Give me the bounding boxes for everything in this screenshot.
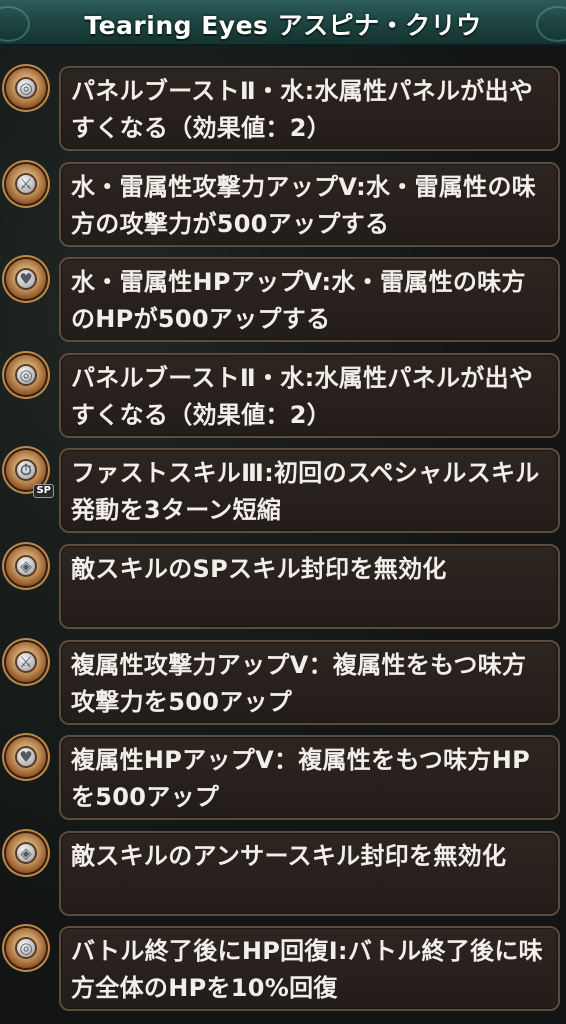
attack-up-icon: ⚔: [6, 641, 46, 682]
ability-description: 水・雷属性攻撃力アップV:水・雷属性の味方の攻撃力が500アップする: [59, 161, 560, 247]
ability-description: 水・雷属性HPアップV:水・雷属性の味方のHPが500アップする: [59, 257, 560, 343]
hp-up-icon: ♥: [6, 259, 46, 300]
ability-description: パネルブーストⅡ・水:水属性パネルが出やすくなる（効果値：2）: [59, 66, 560, 151]
hp-recover-icon: ◎: [6, 928, 46, 969]
water-panel-icon: ◎: [6, 354, 46, 395]
ability-description: ファストスキルⅢ:初回のスペシャルスキル発動を3ターン短縮: [59, 448, 560, 534]
ability-description: 複属性攻撃力アップV：複属性をもつ味方攻撃力を500アップ: [59, 639, 560, 725]
seal-nullify-icon: ◈: [6, 545, 46, 586]
ability-description: パネルブーストⅡ・水:水属性パネルが出やすくなる（効果値：2）: [59, 352, 560, 438]
ability-row[interactable]: ◎ パネルブーストⅡ・水:水属性パネルが出やすくなる（効果値：2）: [0, 66, 566, 162]
ability-row[interactable]: ◎ パネルブーストⅡ・水:水属性パネルが出やすくなる（効果値：2）: [0, 352, 566, 449]
ability-list: ◎ パネルブーストⅡ・水:水属性パネルが出やすくなる（効果値：2） ⚔ 水・雷属…: [0, 66, 566, 1022]
ability-row[interactable]: ⚔ 複属性攻撃力アップV：複属性をもつ味方攻撃力を500アップ: [0, 639, 566, 736]
attack-up-icon: ⚔: [6, 163, 46, 204]
ability-row[interactable]: ♥ 水・雷属性HPアップV:水・雷属性の味方のHPが500アップする: [0, 257, 566, 353]
ability-row[interactable]: ♥ 複属性HPアップV：複属性をもつ味方HPを500アップ: [0, 735, 566, 831]
ability-row[interactable]: ⏱ SP ファストスキルⅢ:初回のスペシャルスキル発動を3ターン短縮: [0, 448, 566, 544]
ability-row[interactable]: ◎ バトル終了後にHP回復Ⅰ:バトル終了後に味方全体のHPを10%回復: [0, 926, 566, 1022]
seal-nullify-icon: ◈: [6, 832, 46, 873]
ability-description: 敵スキルのアンサースキル封印を無効化: [59, 830, 560, 916]
ability-row[interactable]: ◈ 敵スキルのSPスキル封印を無効化: [0, 543, 566, 640]
ability-row[interactable]: ◈ 敵スキルのアンサースキル封印を無効化: [0, 830, 566, 927]
title-bar: Tearing Eyes アスピナ・クリウ: [0, 0, 566, 46]
ability-description: 複属性HPアップV：複属性をもつ味方HPを500アップ: [59, 735, 560, 821]
hp-up-icon: ♥: [6, 737, 46, 778]
sp-badge: SP: [33, 484, 54, 499]
ability-description: 敵スキルのSPスキル封印を無効化: [59, 543, 560, 629]
water-panel-icon: ◎: [6, 68, 46, 108]
card-title: Tearing Eyes アスピナ・クリウ: [84, 11, 482, 40]
skill-charge-icon: ⏱ SP: [6, 450, 54, 499]
ability-description: バトル終了後にHP回復Ⅰ:バトル終了後に味方全体のHPを10%回復: [59, 926, 560, 1012]
ability-row[interactable]: ⚔ 水・雷属性攻撃力アップV:水・雷属性の味方の攻撃力が500アップする: [0, 161, 566, 258]
